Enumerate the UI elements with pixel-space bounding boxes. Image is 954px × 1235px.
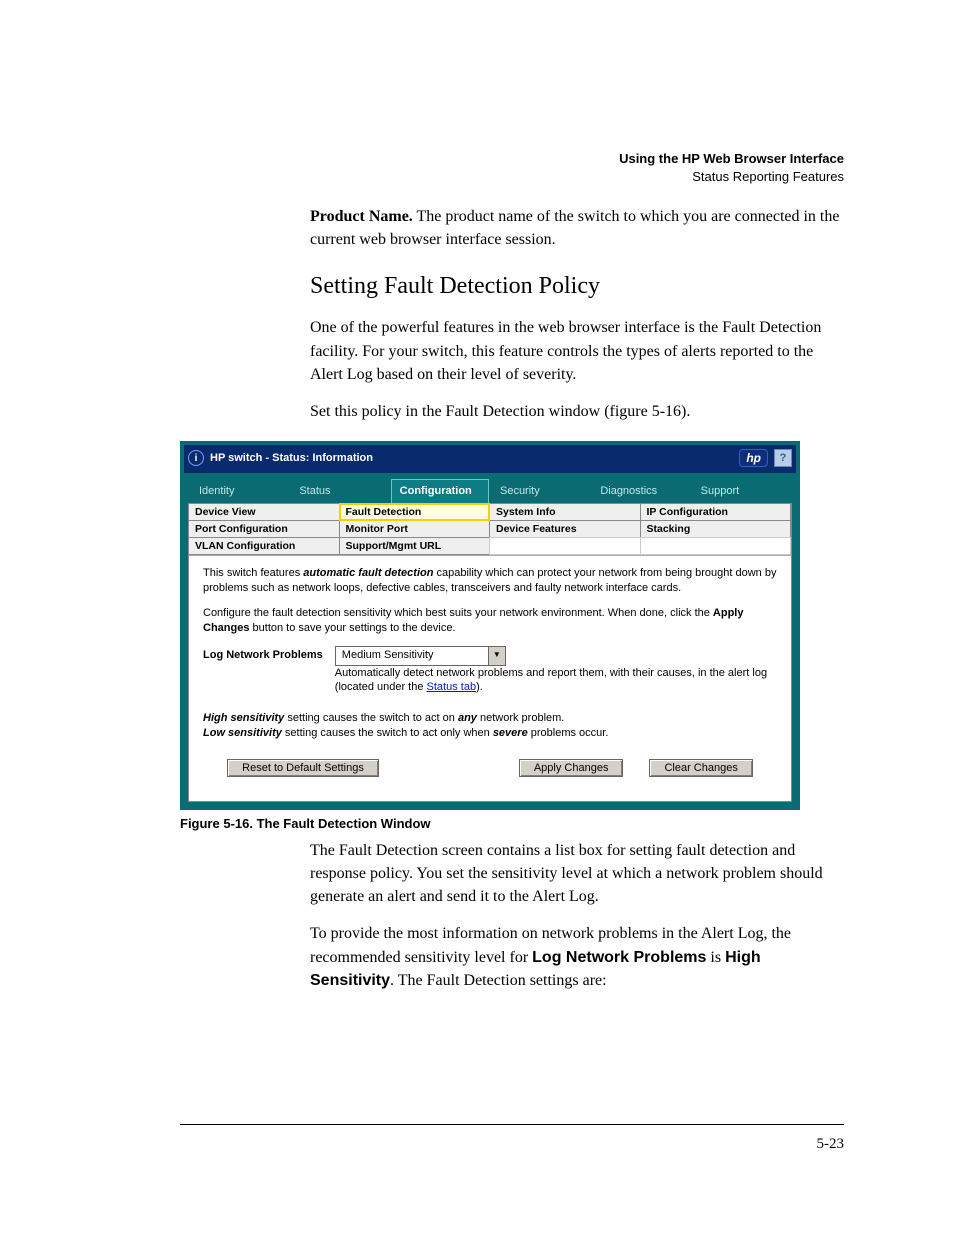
figure-fault-detection: i HP switch - Status: Information hp ? I… (180, 441, 800, 831)
tab-configuration[interactable]: Configuration (391, 479, 489, 503)
subtab-vlan-configuration[interactable]: VLAN Configuration (188, 537, 340, 555)
clear-changes-button[interactable]: Clear Changes (649, 759, 752, 777)
page-number: 5-23 (817, 1136, 845, 1153)
body-paragraph-1: This switch features automatic fault det… (203, 566, 777, 596)
subtab-monitor-port[interactable]: Monitor Port (339, 520, 491, 538)
tab-security[interactable]: Security (491, 479, 589, 503)
subtab-grid: Device View Fault Detection System Info … (189, 504, 791, 556)
body-paragraph-2: Configure the fault detection sensitivit… (203, 606, 777, 636)
paragraph-product-name: Product Name. The product name of the sw… (310, 205, 844, 251)
tab-diagnostics[interactable]: Diagnostics (591, 479, 689, 503)
section-heading: Setting Fault Detection Policy (310, 273, 844, 300)
running-head-title: Using the HP Web Browser Interface (619, 150, 844, 168)
screenshot-window: i HP switch - Status: Information hp ? I… (180, 441, 800, 810)
hp-logo-icon: hp (739, 449, 768, 467)
lead-phrase: Product Name. (310, 208, 413, 225)
button-row: Reset to Default Settings Apply Changes … (203, 759, 777, 777)
subtab-stacking[interactable]: Stacking (640, 520, 792, 538)
reset-defaults-button[interactable]: Reset to Default Settings (227, 759, 379, 777)
subtab-support-mgmt-url[interactable]: Support/Mgmt URL (339, 537, 491, 555)
paragraph-after-figure-2: To provide the most information on netwo… (310, 922, 844, 992)
info-icon: i (188, 450, 204, 466)
status-tab-link[interactable]: Status tab (427, 681, 477, 693)
paragraph-set-policy: Set this policy in the Fault Detection w… (310, 400, 844, 423)
subtab-empty (640, 537, 792, 555)
content-panel: Device View Fault Detection System Info … (188, 503, 792, 802)
window-title: HP switch - Status: Information (210, 452, 373, 464)
field-log-network-problems: Log Network Problems Medium Sensitivity … (203, 646, 777, 706)
field-label: Log Network Problems (203, 648, 323, 663)
subtab-fault-detection[interactable]: Fault Detection (339, 503, 491, 521)
subtab-port-configuration[interactable]: Port Configuration (188, 520, 340, 538)
help-button[interactable]: ? (774, 449, 792, 467)
subtab-empty (489, 537, 641, 555)
tab-support[interactable]: Support (692, 479, 790, 503)
running-head-subtitle: Status Reporting Features (619, 168, 844, 186)
subtab-device-view[interactable]: Device View (188, 503, 340, 521)
tab-status[interactable]: Status (290, 479, 388, 503)
figure-caption: Figure 5-16. The Fault Detection Window (180, 816, 800, 831)
window-titlebar: i HP switch - Status: Information hp ? (184, 445, 796, 473)
main-tab-bar: Identity Status Configuration Security D… (184, 473, 796, 503)
chevron-down-icon[interactable]: ▼ (488, 647, 505, 665)
subtab-system-info[interactable]: System Info (489, 503, 641, 521)
apply-changes-button[interactable]: Apply Changes (519, 759, 624, 777)
paragraph-after-figure-1: The Fault Detection screen contains a li… (310, 839, 844, 909)
paragraph-intro: One of the powerful features in the web … (310, 316, 844, 386)
helper-text: Automatically detect network problems an… (335, 666, 777, 696)
dropdown-value: Medium Sensitivity (336, 647, 488, 665)
subtab-device-features[interactable]: Device Features (489, 520, 641, 538)
tab-identity[interactable]: Identity (190, 479, 288, 503)
pane-body: This switch features automatic fault det… (189, 556, 791, 801)
note-high-sensitivity: High sensitivity setting causes the swit… (203, 711, 777, 741)
running-head: Using the HP Web Browser Interface Statu… (619, 150, 844, 185)
sensitivity-dropdown[interactable]: Medium Sensitivity ▼ (335, 646, 506, 666)
footer-rule (180, 1124, 844, 1125)
subtab-ip-configuration[interactable]: IP Configuration (640, 503, 792, 521)
